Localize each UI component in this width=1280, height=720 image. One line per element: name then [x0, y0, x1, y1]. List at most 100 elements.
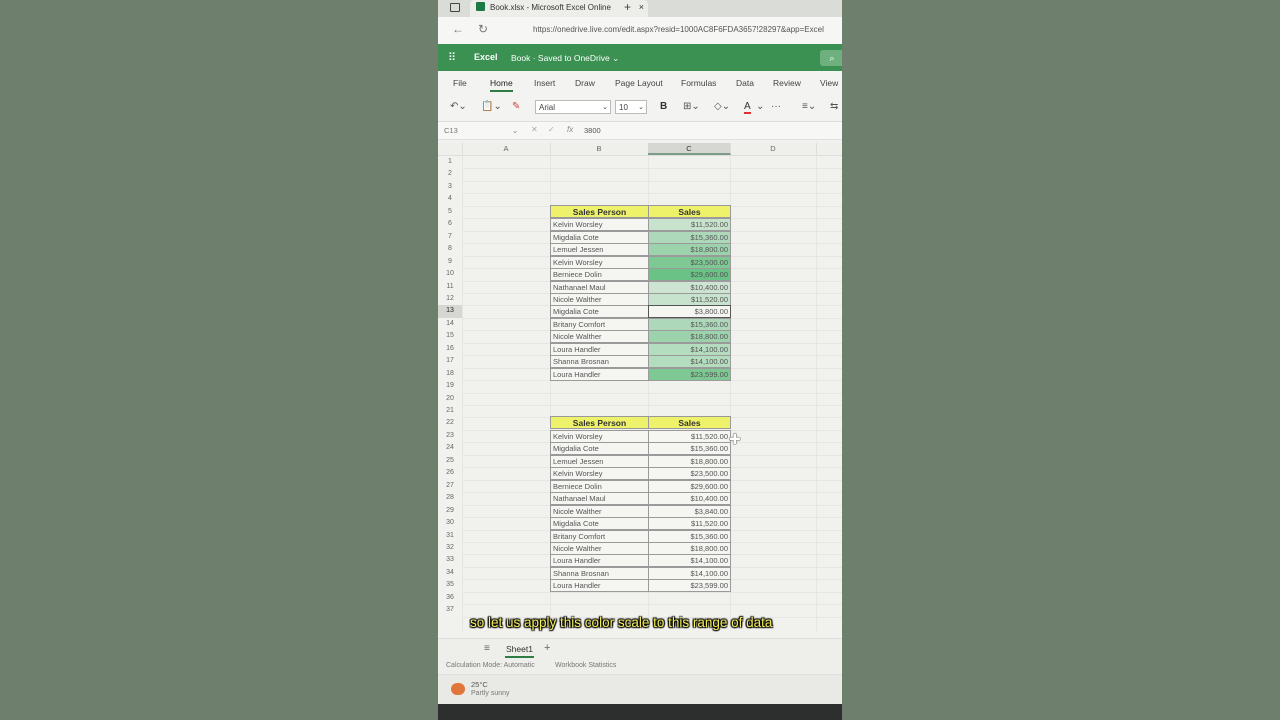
header-sales[interactable]: Sales	[648, 204, 731, 218]
sales-cell[interactable]: $15,360.00	[648, 230, 731, 244]
sales-cell[interactable]: $15,360.00	[648, 529, 731, 543]
formula-input[interactable]: 3800	[584, 126, 601, 135]
row-header-17[interactable]: 17	[438, 355, 462, 367]
sales-person-cell[interactable]: Nicole Walther	[550, 504, 649, 518]
column-header-b[interactable]: B	[550, 143, 649, 155]
sales-cell[interactable]: $23,599.00	[648, 367, 731, 381]
sales-person-cell[interactable]: Migdalia Cote	[550, 442, 649, 456]
row-header-26[interactable]: 26	[438, 467, 462, 479]
chevron-down-icon[interactable]: ⌄	[756, 101, 764, 112]
sales-person-cell[interactable]: Nathanael Maul	[550, 280, 649, 294]
weather-icon[interactable]	[451, 683, 465, 695]
sales-cell[interactable]: $18,800.00	[648, 541, 731, 555]
sales-person-cell[interactable]: Migdalia Cote	[550, 230, 649, 244]
fill-color-icon[interactable]: ◇⌄	[714, 101, 730, 112]
row-header-6[interactable]: 6	[438, 218, 462, 230]
sales-cell[interactable]: $18,800.00	[648, 330, 731, 344]
header-sales-person[interactable]: Sales Person	[550, 416, 649, 430]
undo-icon[interactable]: ↶⌄	[450, 101, 467, 112]
sales-cell[interactable]: $3,800.00	[648, 305, 731, 319]
row-header-14[interactable]: 14	[438, 318, 462, 330]
sales-person-cell[interactable]: Loura Handler	[550, 579, 649, 593]
row-header-2[interactable]: 2	[438, 168, 462, 180]
row-header-21[interactable]: 21	[438, 405, 462, 417]
row-header-12[interactable]: 12	[438, 293, 462, 305]
row-header-36[interactable]: 36	[438, 592, 462, 604]
borders-icon[interactable]: ⊞⌄	[683, 101, 700, 112]
sales-cell[interactable]: $11,520.00	[648, 517, 731, 531]
row-header-29[interactable]: 29	[438, 505, 462, 517]
select-all-corner[interactable]	[438, 143, 463, 155]
row-header-28[interactable]: 28	[438, 492, 462, 504]
tab-view[interactable]: View	[820, 78, 838, 88]
row-header-37[interactable]: 37	[438, 604, 462, 616]
header-sales-person[interactable]: Sales Person	[550, 204, 649, 218]
sales-cell[interactable]: $15,360.00	[648, 442, 731, 456]
sales-cell[interactable]: $11,520.00	[648, 218, 731, 232]
sales-person-cell[interactable]: Shanna Brosnan	[550, 566, 649, 580]
row-header-33[interactable]: 33	[438, 554, 462, 566]
document-title[interactable]: Book · Saved to OneDrive ⌄	[511, 53, 619, 64]
sales-person-cell[interactable]: Migdalia Cote	[550, 305, 649, 319]
sales-person-cell[interactable]: Kelvin Worsley	[550, 218, 649, 232]
sales-cell[interactable]: $11,520.00	[648, 292, 731, 306]
sales-cell[interactable]: $3,840.00	[648, 504, 731, 518]
cancel-icon[interactable]: ✕	[531, 125, 538, 134]
tab-draw[interactable]: Draw	[575, 78, 595, 88]
paste-icon[interactable]: 📋⌄	[481, 101, 502, 112]
row-header-19[interactable]: 19	[438, 380, 462, 392]
sales-person-cell[interactable]: Britany Comfort	[550, 529, 649, 543]
close-tab-icon[interactable]: ×	[639, 0, 644, 15]
format-painter-icon[interactable]: ✎	[512, 101, 520, 112]
workbook-statistics[interactable]: Workbook Statistics	[555, 662, 616, 669]
calc-mode[interactable]: Calculation Mode: Automatic	[446, 662, 535, 669]
sales-person-cell[interactable]: Kelvin Worsley	[550, 467, 649, 481]
row-header-5[interactable]: 5	[438, 206, 462, 218]
browser-tab[interactable]: Book.xlsx - Microsoft Excel Online ×	[470, 0, 648, 17]
sales-cell[interactable]: $11,520.00	[648, 429, 731, 443]
sales-cell[interactable]: $10,400.00	[648, 492, 731, 506]
row-header-27[interactable]: 27	[438, 480, 462, 492]
row-header-8[interactable]: 8	[438, 243, 462, 255]
sales-person-cell[interactable]: Nicole Walther	[550, 292, 649, 306]
font-color-button[interactable]: A	[744, 101, 751, 114]
row-header-15[interactable]: 15	[438, 330, 462, 342]
row-header-10[interactable]: 10	[438, 268, 462, 280]
sales-cell[interactable]: $18,800.00	[648, 243, 731, 257]
weather-temp[interactable]: 25°C	[471, 680, 488, 689]
row-header-18[interactable]: 18	[438, 368, 462, 380]
tab-data[interactable]: Data	[736, 78, 754, 88]
confirm-icon[interactable]: ✓	[548, 125, 555, 134]
all-sheets-icon[interactable]: ≡	[484, 643, 490, 654]
sales-cell[interactable]: $15,360.00	[648, 317, 731, 331]
new-tab-button[interactable]: +	[624, 0, 631, 15]
row-header-31[interactable]: 31	[438, 530, 462, 542]
row-header-9[interactable]: 9	[438, 256, 462, 268]
row-header-23[interactable]: 23	[438, 430, 462, 442]
window-icon[interactable]	[450, 3, 460, 12]
row-header-35[interactable]: 35	[438, 579, 462, 591]
sales-cell[interactable]: $14,100.00	[648, 566, 731, 580]
search-icon[interactable]: ⌕	[820, 50, 842, 66]
more-icon[interactable]: ···	[771, 101, 781, 112]
sales-cell[interactable]: $23,500.00	[648, 255, 731, 269]
row-header-25[interactable]: 25	[438, 455, 462, 467]
bold-button[interactable]: B	[660, 101, 667, 112]
spreadsheet-grid[interactable]: 1 2 3 4 5 6 7 8 9 10 11 12 13 14 15 16 17 18 19 20 21 22 23 24 2…	[438, 155, 842, 631]
sales-person-cell[interactable]: Nicole Walther	[550, 330, 649, 344]
sheet-tab[interactable]: Sheet1	[505, 644, 534, 658]
tab-file[interactable]: File	[453, 78, 467, 88]
tab-home[interactable]: Home	[490, 78, 513, 92]
align-icon[interactable]: ≡⌄	[802, 101, 816, 112]
font-size-select[interactable]: 10 ⌄	[615, 100, 647, 114]
row-header-22[interactable]: 22	[438, 417, 462, 429]
tab-page-layout[interactable]: Page Layout	[615, 78, 663, 88]
row-header-24[interactable]: 24	[438, 442, 462, 454]
column-header-a[interactable]: A	[462, 143, 551, 155]
app-launcher-icon[interactable]: ⠿	[448, 51, 456, 64]
row-header-30[interactable]: 30	[438, 517, 462, 529]
row-header-34[interactable]: 34	[438, 567, 462, 579]
column-header-c[interactable]: C	[648, 143, 731, 155]
sales-person-cell[interactable]: Britany Comfort	[550, 317, 649, 331]
sales-cell[interactable]: $29,600.00	[648, 268, 731, 282]
